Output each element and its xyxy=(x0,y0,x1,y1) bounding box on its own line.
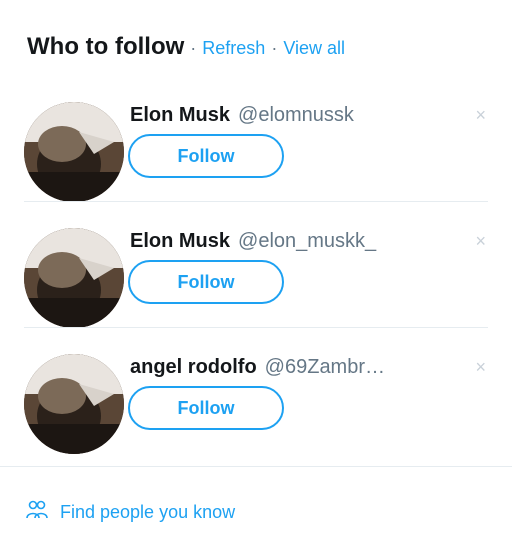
panel-title: Who to follow xyxy=(27,33,185,60)
close-icon[interactable]: × xyxy=(475,358,486,376)
follow-button[interactable]: Follow xyxy=(128,386,284,430)
close-icon[interactable]: × xyxy=(475,232,486,250)
user-identity: Elon Musk @elon_muskk_ xyxy=(130,230,470,253)
who-to-follow-panel: Who to follow · Refresh · View all Elon … xyxy=(0,0,512,555)
user-handle[interactable]: @elon_muskk_ xyxy=(238,230,376,252)
avatar[interactable] xyxy=(24,354,124,454)
user-handle[interactable]: @69Zambr… xyxy=(265,356,385,378)
user-identity: Elon Musk @elomnussk xyxy=(130,104,470,127)
suggestion-item: Elon Musk @elomnussk × Follow xyxy=(0,88,512,214)
find-people-label: Find people you know xyxy=(60,502,236,522)
suggestion-item: Elon Musk @elon_muskk_ × Follow xyxy=(0,214,512,340)
follow-button[interactable]: Follow xyxy=(128,260,284,304)
avatar[interactable] xyxy=(24,102,124,202)
follow-button[interactable]: Follow xyxy=(128,134,284,178)
panel-header: Who to follow · Refresh · View all xyxy=(27,33,345,61)
user-handle[interactable]: @elomnussk xyxy=(238,104,354,126)
header-separator: · xyxy=(190,38,197,58)
people-icon xyxy=(26,500,48,525)
user-identity: angel rodolfo @69Zambr… xyxy=(130,356,470,379)
find-people-link[interactable]: Find people you know xyxy=(26,500,235,525)
header-separator: · xyxy=(271,38,278,58)
user-name[interactable]: Elon Musk xyxy=(130,104,230,126)
divider xyxy=(24,327,488,328)
divider xyxy=(0,466,512,467)
user-name[interactable]: Elon Musk xyxy=(130,230,230,252)
divider xyxy=(24,201,488,202)
suggestion-item: angel rodolfo @69Zambr… × Follow xyxy=(0,340,512,466)
avatar[interactable] xyxy=(24,228,124,328)
refresh-link[interactable]: Refresh xyxy=(202,38,265,59)
view-all-link[interactable]: View all xyxy=(283,38,345,59)
close-icon[interactable]: × xyxy=(475,106,486,124)
user-name[interactable]: angel rodolfo xyxy=(130,356,257,378)
